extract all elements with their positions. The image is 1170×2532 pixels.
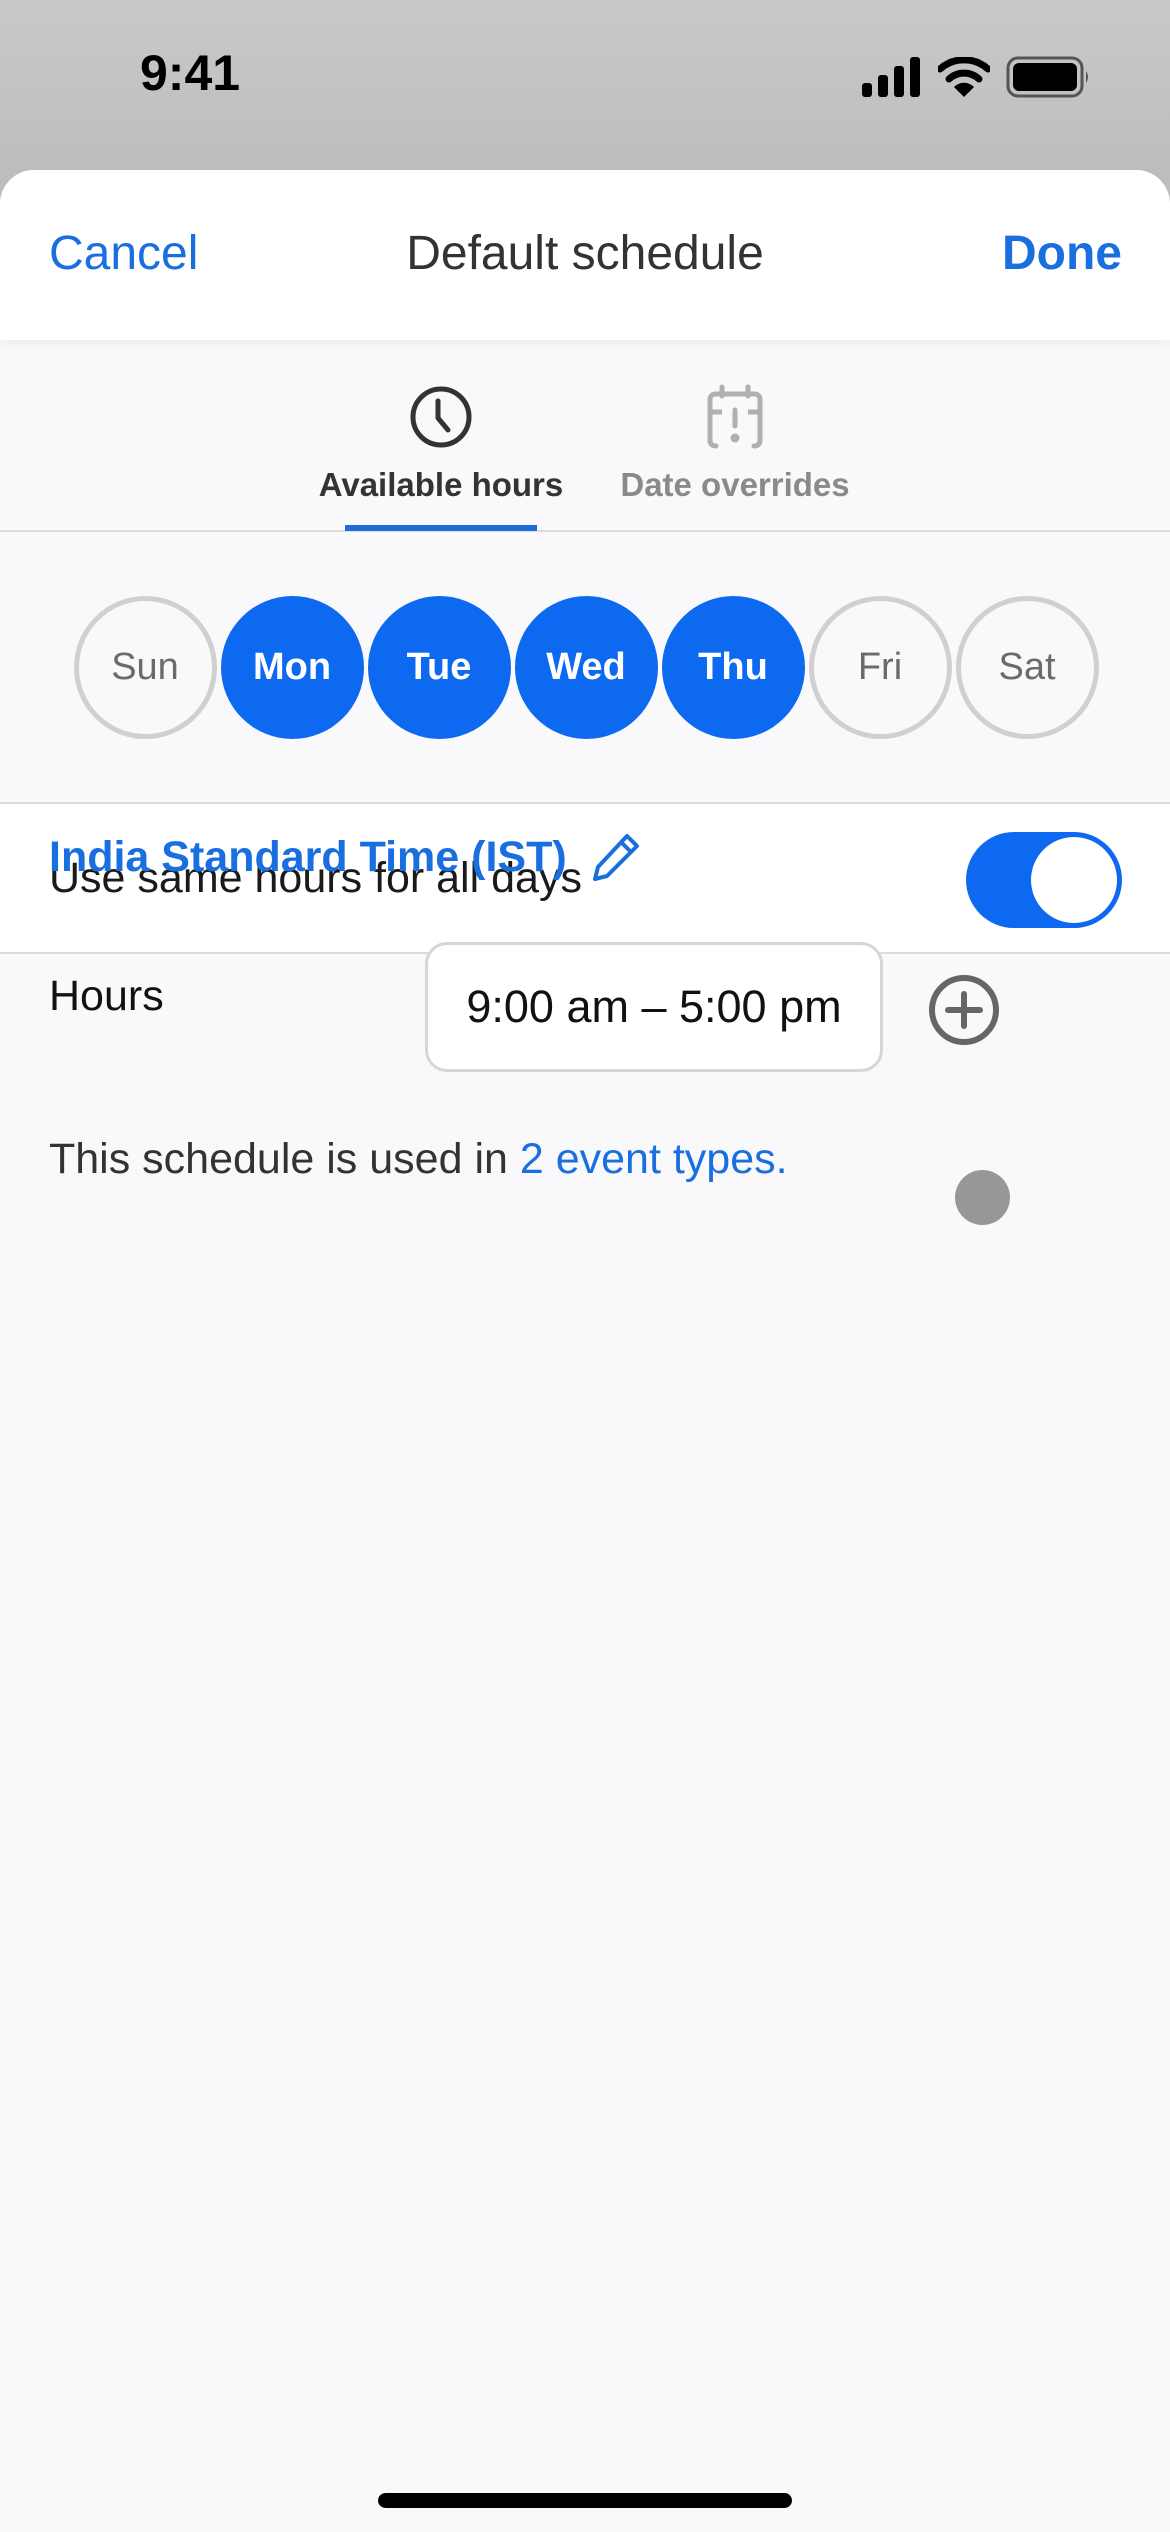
usage-prefix: This schedule is used in: [49, 1135, 520, 1183]
hours-label: Hours: [49, 972, 164, 1020]
nav-bar: Cancel Default schedule Done: [0, 170, 1170, 340]
day-toggle-mon[interactable]: Mon: [220, 595, 364, 739]
event-types-link[interactable]: 2 event types.: [520, 1135, 788, 1183]
day-selector: Sun Mon Tue Wed Thu Fri Sat: [0, 532, 1170, 804]
status-bar: 9:41: [0, 0, 1170, 160]
same-hours-toggle[interactable]: [966, 832, 1122, 928]
calendar-alert-icon: [707, 384, 763, 449]
active-tab-indicator: [345, 525, 537, 531]
tab-bar: Available hours Date overrides: [0, 340, 1170, 532]
day-toggle-sun[interactable]: Sun: [73, 595, 217, 739]
timezone-label: India Standard Time (IST): [49, 832, 567, 881]
hours-range-field[interactable]: 9:00 am – 5:00 pm: [425, 942, 883, 1072]
status-icons: [862, 56, 1090, 98]
wifi-icon: [938, 57, 990, 97]
status-time: 9:41: [140, 45, 241, 101]
home-indicator[interactable]: [378, 2493, 792, 2508]
tab-available-hours[interactable]: Available hours: [314, 340, 568, 532]
day-toggle-sat[interactable]: Sat: [955, 595, 1099, 739]
toggle-knob: [1031, 837, 1117, 923]
schedule-usage-text: This schedule is used in 2 event types.: [49, 1135, 788, 1184]
schedule-sheet: Cancel Default schedule Done Available h…: [0, 170, 1170, 2532]
pencil-icon[interactable]: [591, 832, 641, 882]
done-button[interactable]: Done: [1002, 226, 1122, 281]
clock-icon: [410, 386, 472, 448]
tab-date-overrides[interactable]: Date overrides: [604, 340, 866, 532]
touch-indicator: [955, 1170, 1010, 1225]
day-toggle-wed[interactable]: Wed: [514, 595, 658, 739]
battery-icon: [1006, 56, 1088, 98]
tab-label: Date overrides: [620, 466, 850, 503]
plus-circle-icon[interactable]: [928, 974, 1000, 1046]
day-toggle-thu[interactable]: Thu: [661, 595, 805, 739]
cellular-signal-icon: [862, 57, 920, 97]
day-toggle-tue[interactable]: Tue: [367, 595, 511, 739]
timezone-selector[interactable]: India Standard Time (IST): [49, 832, 641, 882]
day-toggle-fri[interactable]: Fri: [808, 595, 952, 739]
page-title: Default schedule: [406, 227, 764, 280]
tab-label: Available hours: [318, 466, 564, 503]
